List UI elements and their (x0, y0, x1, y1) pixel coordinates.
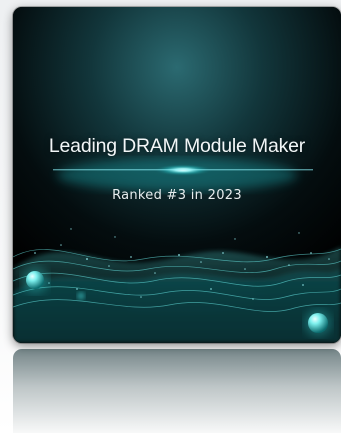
glow-sphere-left (26, 271, 44, 289)
banner-stage: Leading DRAM Module Maker Ranked #3 in 2… (0, 0, 341, 433)
banner-headline: Leading DRAM Module Maker (48, 135, 306, 157)
dram-banner-card[interactable]: Leading DRAM Module Maker Ranked #3 in 2… (13, 7, 341, 343)
particle-wave-artwork (13, 7, 341, 343)
light-streak (53, 169, 313, 171)
glow-sphere-right (308, 313, 328, 333)
reflection-fade (13, 349, 341, 433)
banner-subline: Ranked #3 in 2023 (112, 188, 242, 203)
banner-reflection (13, 349, 341, 433)
